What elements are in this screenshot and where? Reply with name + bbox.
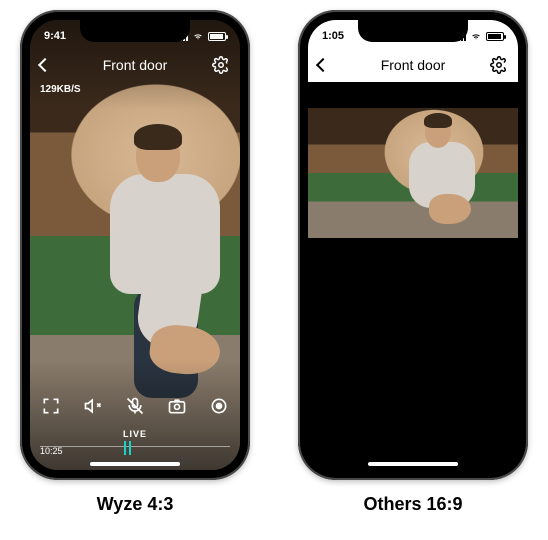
record-icon (209, 396, 229, 416)
header: Front door (30, 48, 240, 82)
fullscreen-button[interactable] (37, 392, 65, 420)
status-time: 9:41 (44, 30, 66, 42)
speaker-muted-icon (83, 396, 103, 416)
mic-mute-button[interactable] (121, 392, 149, 420)
battery-icon (208, 32, 226, 41)
live-indicator: LIVE (30, 424, 240, 442)
timeline[interactable] (40, 446, 230, 456)
phone-wyze: 9:41 Front door (20, 10, 250, 480)
mute-button[interactable] (79, 392, 107, 420)
notch (358, 20, 468, 42)
gear-icon (212, 56, 230, 74)
gear-icon (490, 56, 508, 74)
player-controls (30, 386, 240, 426)
wifi-icon (192, 32, 204, 41)
back-button[interactable] (318, 60, 328, 70)
status-time: 1:05 (322, 30, 344, 42)
screen: 9:41 Front door (30, 20, 240, 470)
screen: 1:05 Front door (308, 20, 518, 470)
header: Front door (308, 48, 518, 82)
chevron-left-icon (316, 58, 330, 72)
bitrate-label: 129KB/S (40, 84, 81, 95)
record-button[interactable] (205, 392, 233, 420)
fullscreen-icon (41, 396, 61, 416)
caption-others: Others 16:9 (363, 494, 462, 515)
settings-button[interactable] (212, 56, 230, 74)
notch (80, 20, 190, 42)
snapshot-button[interactable] (163, 392, 191, 420)
phone-others: 1:05 Front door (298, 10, 528, 480)
wifi-icon (470, 32, 482, 41)
back-button[interactable] (40, 60, 50, 70)
caption-wyze: Wyze 4:3 (97, 494, 174, 515)
mic-muted-icon (125, 396, 145, 416)
page-title: Front door (381, 57, 446, 73)
home-indicator[interactable] (368, 462, 458, 466)
home-indicator[interactable] (90, 462, 180, 466)
chevron-left-icon (38, 58, 52, 72)
camera-icon (167, 396, 187, 416)
page-title: Front door (103, 57, 168, 73)
timeline-time: 10:25 (40, 446, 63, 456)
settings-button[interactable] (490, 56, 508, 74)
camera-feed[interactable] (308, 108, 518, 238)
battery-icon (486, 32, 504, 41)
